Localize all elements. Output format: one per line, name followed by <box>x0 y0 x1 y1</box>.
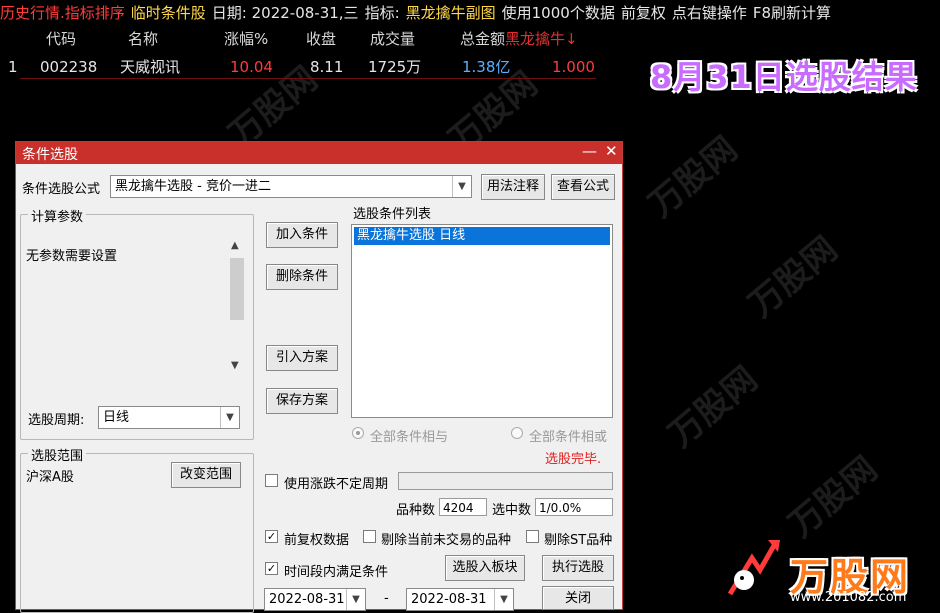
formula-select[interactable]: 黑龙擒牛选股 - 竞价一进二 ▼ <box>110 175 472 198</box>
exclude-untraded-checkbox[interactable] <box>363 530 376 543</box>
chevron-up-icon[interactable]: ▲ <box>231 240 239 251</box>
progress-bar <box>398 472 613 490</box>
column-header-change[interactable]: 涨幅% <box>224 28 268 50</box>
chevron-down-icon[interactable]: ▼ <box>220 407 239 428</box>
scope-value: 沪深A股 <box>26 470 74 485</box>
add-condition-button[interactable]: 加入条件 <box>266 222 338 248</box>
exclude-st-checkbox[interactable] <box>526 530 539 543</box>
condition-list[interactable]: 黑龙擒牛选股 日线 <box>351 224 613 418</box>
params-group-title: 计算参数 <box>28 206 87 225</box>
header-indicator-label: 指标: <box>364 4 400 22</box>
chevron-down-icon[interactable]: ▼ <box>494 589 513 610</box>
formula-value: 黑龙擒牛选股 - 竞价一进二 <box>115 179 271 194</box>
row-name: 天威视讯 <box>120 58 181 76</box>
count-label: 品种数 <box>396 503 436 518</box>
row-change: 10.04 <box>230 58 273 76</box>
row-indicator: 1.000 <box>552 58 595 76</box>
radio-all-and[interactable] <box>352 427 364 439</box>
change-scope-button[interactable]: 改变范围 <box>171 462 241 488</box>
column-header-code[interactable]: 代码 <box>46 28 76 50</box>
params-text: 无参数需要设置 <box>26 249 118 264</box>
list-item[interactable]: 黑龙擒牛选股 日线 <box>354 227 610 245</box>
dialog-titlebar[interactable]: 条件选股 — ✕ <box>16 142 622 164</box>
delete-condition-button[interactable]: 删除条件 <box>266 264 338 290</box>
radio-all-or-label: 全部条件相或 <box>529 430 608 445</box>
execute-select-button[interactable]: 执行选股 <box>542 555 614 581</box>
brand-url: www.201082.com <box>790 590 907 605</box>
condition-select-dialog: 条件选股 — ✕ 条件选股公式 黑龙擒牛选股 - 竞价一进二 ▼ 用法注释 查看… <box>15 141 623 613</box>
row-close: 8.11 <box>310 58 344 76</box>
header-bar: 历史行情.指标排序 临时条件股 日期: 2022-08-31,三 指标: 黑龙擒牛副图使… <box>0 0 940 26</box>
column-header-amount[interactable]: 总金额 <box>460 28 505 50</box>
dialog-title: 条件选股 <box>22 147 78 163</box>
close-icon[interactable]: ✕ <box>605 142 618 160</box>
period-label: 选股周期: <box>28 413 85 428</box>
date-to-picker[interactable]: 2022-08-31 ▼ <box>406 588 514 611</box>
condition-list-label: 选股条件列表 <box>353 207 432 222</box>
row-amount: 1.38亿 <box>462 58 511 76</box>
exclude-untraded-label: 剔除当前未交易的品种 <box>381 533 512 548</box>
import-plan-button[interactable]: 引入方案 <box>266 345 338 371</box>
watermark: 万股网 <box>781 449 886 546</box>
header-indicator-name[interactable]: 黑龙擒牛副图 <box>406 4 496 22</box>
chevron-down-icon[interactable]: ▼ <box>452 176 471 197</box>
period-value: 日线 <box>103 410 130 425</box>
row-code: 002238 <box>40 58 98 76</box>
period-satisfy-label: 时间段内满足条件 <box>284 565 389 580</box>
header-f8-refresh[interactable]: F8刷新计算 <box>753 4 831 22</box>
watermark: 万股网 <box>661 359 766 456</box>
row-index: 1 <box>8 58 18 76</box>
watermark: 万股网 <box>641 129 746 226</box>
scrollbar-thumb[interactable] <box>230 258 244 320</box>
column-header-name[interactable]: 名称 <box>128 28 158 50</box>
chevron-down-icon[interactable]: ▼ <box>346 589 365 610</box>
scope-group-title: 选股范围 <box>28 445 87 464</box>
close-button[interactable]: 关闭 <box>542 586 614 610</box>
row-volume: 1725万 <box>368 58 422 76</box>
chevron-down-icon[interactable]: ▼ <box>231 360 239 371</box>
uncertain-period-checkbox[interactable] <box>265 474 278 487</box>
view-formula-button[interactable]: 查看公式 <box>551 174 615 200</box>
formula-label: 条件选股公式 <box>22 182 101 197</box>
status-text: 选股完毕. <box>545 452 602 467</box>
minimize-icon[interactable]: — <box>582 142 597 160</box>
header-date: 日期: 2022-08-31,三 <box>211 4 359 22</box>
header-adjust[interactable]: 前复权 <box>621 4 666 22</box>
logo-mascot-icon <box>726 536 782 596</box>
radio-all-and-label: 全部条件相与 <box>370 430 449 445</box>
forward-adjust-label: 前复权数据 <box>284 533 350 548</box>
radio-all-or[interactable] <box>511 427 523 439</box>
usage-notes-button[interactable]: 用法注释 <box>481 174 545 200</box>
column-header-close[interactable]: 收盘 <box>306 28 336 50</box>
header-temp-stock[interactable]: 临时条件股 <box>131 4 206 22</box>
date-to-value: 2022-08-31 <box>411 592 487 607</box>
uncertain-period-label: 使用涨跌不定周期 <box>284 477 389 492</box>
params-scrollbar[interactable]: ▲ ▼ <box>228 238 246 376</box>
column-header-volume[interactable]: 成交量 <box>370 28 415 50</box>
result-banner: 8月31日选股结果 <box>650 58 918 96</box>
count-value: 4204 <box>439 498 487 516</box>
row-divider <box>20 78 596 79</box>
exclude-st-label: 剔除ST品种 <box>544 533 613 548</box>
date-from-value: 2022-08-31 <box>269 592 345 607</box>
period-select[interactable]: 日线 ▼ <box>98 406 240 429</box>
table-row[interactable]: 1 002238 天威视讯 10.04 8.11 1725万 1.38亿 1.0… <box>0 56 600 78</box>
selected-label: 选中数 <box>492 503 532 518</box>
header-data-count: 使用1000个数据 <box>501 4 615 22</box>
period-satisfy-checkbox[interactable]: ✓ <box>265 562 278 575</box>
header-history-tab[interactable]: 历史行情.指标排序 <box>0 4 125 22</box>
save-plan-button[interactable]: 保存方案 <box>266 388 338 414</box>
date-separator: - <box>384 591 389 606</box>
date-from-picker[interactable]: 2022-08-31 ▼ <box>264 588 366 611</box>
selected-value: 1/0.0% <box>535 498 613 516</box>
forward-adjust-checkbox[interactable]: ✓ <box>265 530 278 543</box>
header-right-click-hint: 点右键操作 <box>671 4 747 22</box>
watermark: 万股网 <box>741 229 846 326</box>
column-header-indicator[interactable]: 黑龙擒牛↓ <box>505 28 578 50</box>
select-to-block-button[interactable]: 选股入板块 <box>445 555 525 581</box>
